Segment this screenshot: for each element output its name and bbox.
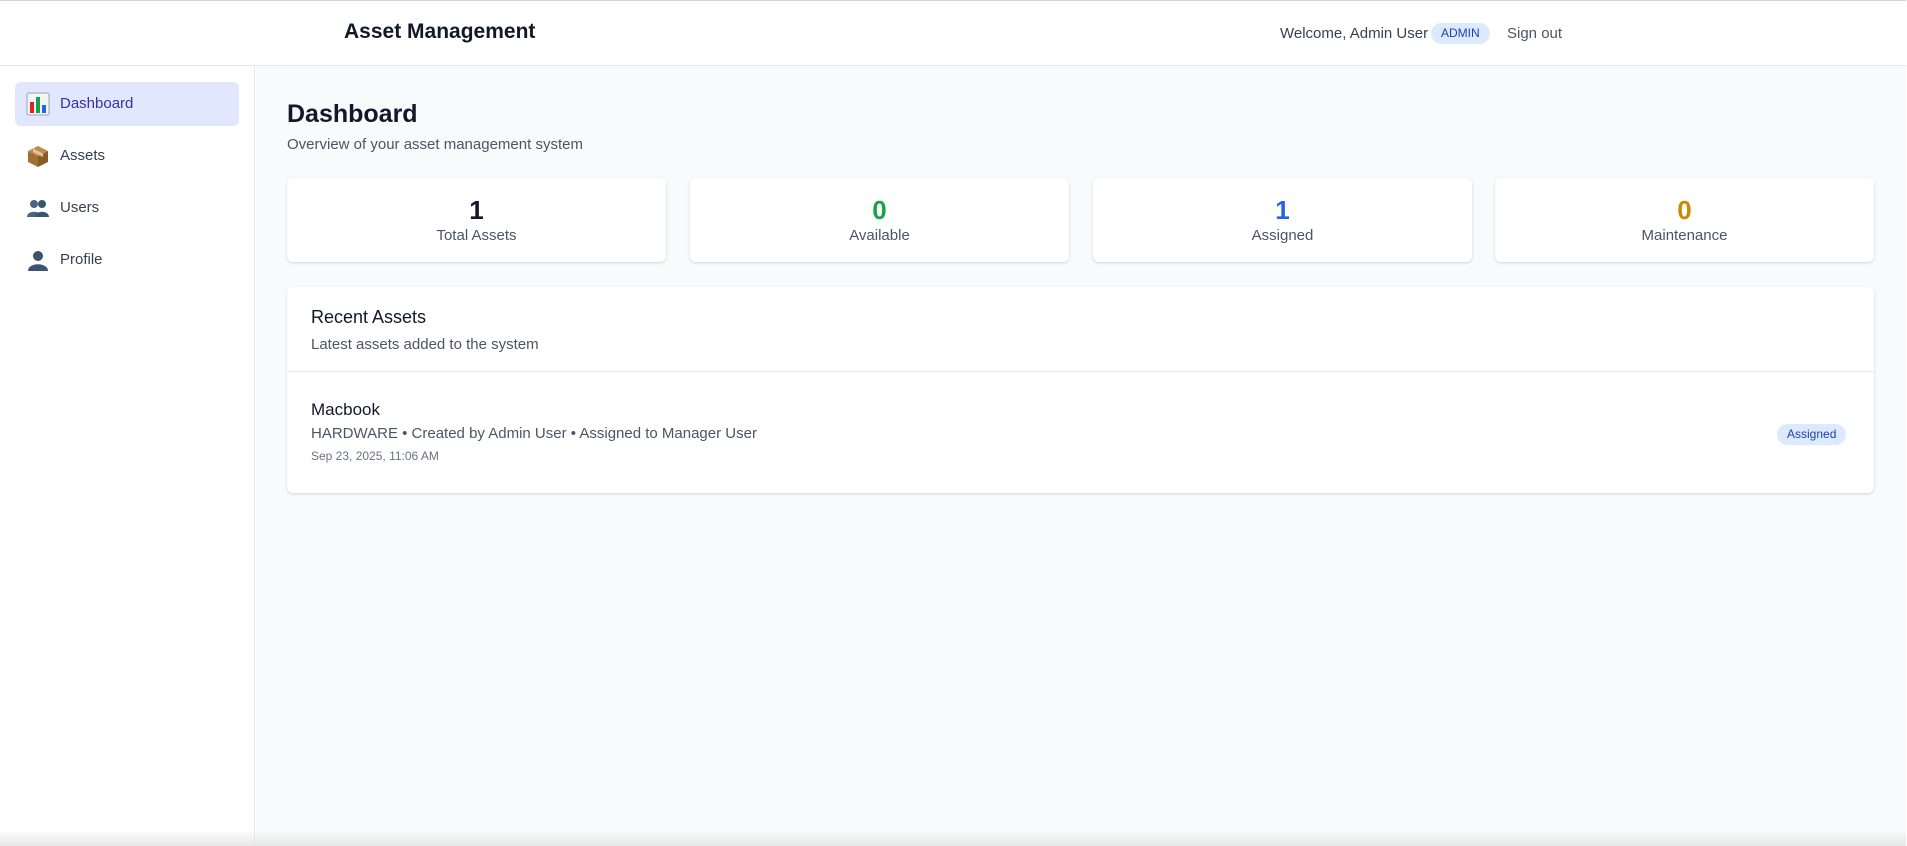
asset-name: Macbook [311,400,380,419]
welcome-text: Welcome, Admin User [1280,25,1429,42]
stat-card-available: 0 Available [690,178,1069,262]
stat-value: 0 [872,195,887,225]
top-header: Asset Management Welcome, Admin User ADM… [0,0,1906,66]
recent-assets-panel: Recent Assets Latest assets added to the… [287,287,1874,493]
users-icon [27,200,49,217]
main-content: Dashboard Overview of your asset managem… [256,66,1906,846]
sidebar: Dashboard Assets Users Profile [0,66,255,846]
sidebar-item-label: Assets [60,147,106,164]
stat-card-assigned: 1 Assigned [1093,178,1472,262]
user-icon [28,251,48,271]
stat-label: Assigned [1251,227,1314,244]
list-item[interactable]: Macbook HARDWARE • Created by Admin User… [287,372,1874,493]
package-icon [28,146,48,167]
app-window: Asset Management Welcome, Admin User ADM… [0,0,1907,846]
bar-chart-icon [26,92,50,116]
stat-value: 1 [1275,195,1290,225]
bottom-edge-shadow [0,830,1906,846]
panel-subtitle: Latest assets added to the system [311,336,539,353]
sidebar-item-label: Dashboard [60,95,134,112]
asset-date: Sep 23, 2025, 11:06 AM [311,449,439,463]
status-badge: Assigned [1777,424,1847,445]
sidebar-item-dashboard[interactable]: Dashboard [15,82,239,126]
panel-title: Recent Assets [311,307,427,327]
stat-value: 1 [469,195,484,225]
sidebar-item-profile[interactable]: Profile [15,238,239,282]
stat-card-total-assets: 1 Total Assets [287,178,666,262]
sign-out-button[interactable]: Sign out [1507,25,1562,42]
sidebar-item-label: Users [60,199,100,216]
page-subtitle: Overview of your asset management system [287,136,583,153]
stat-card-maintenance: 0 Maintenance [1495,178,1874,262]
stat-label: Available [849,227,910,244]
stat-label: Maintenance [1641,227,1728,244]
sidebar-item-users[interactable]: Users [15,186,239,230]
asset-meta: HARDWARE • Created by Admin User • Assig… [311,425,757,442]
sidebar-item-label: Profile [60,251,103,268]
stat-value: 0 [1677,195,1692,225]
app-title: Asset Management [344,20,536,43]
stat-label: Total Assets [436,227,517,244]
role-badge: ADMIN [1431,23,1490,44]
sidebar-item-assets[interactable]: Assets [15,134,239,178]
page-title: Dashboard [287,100,418,128]
